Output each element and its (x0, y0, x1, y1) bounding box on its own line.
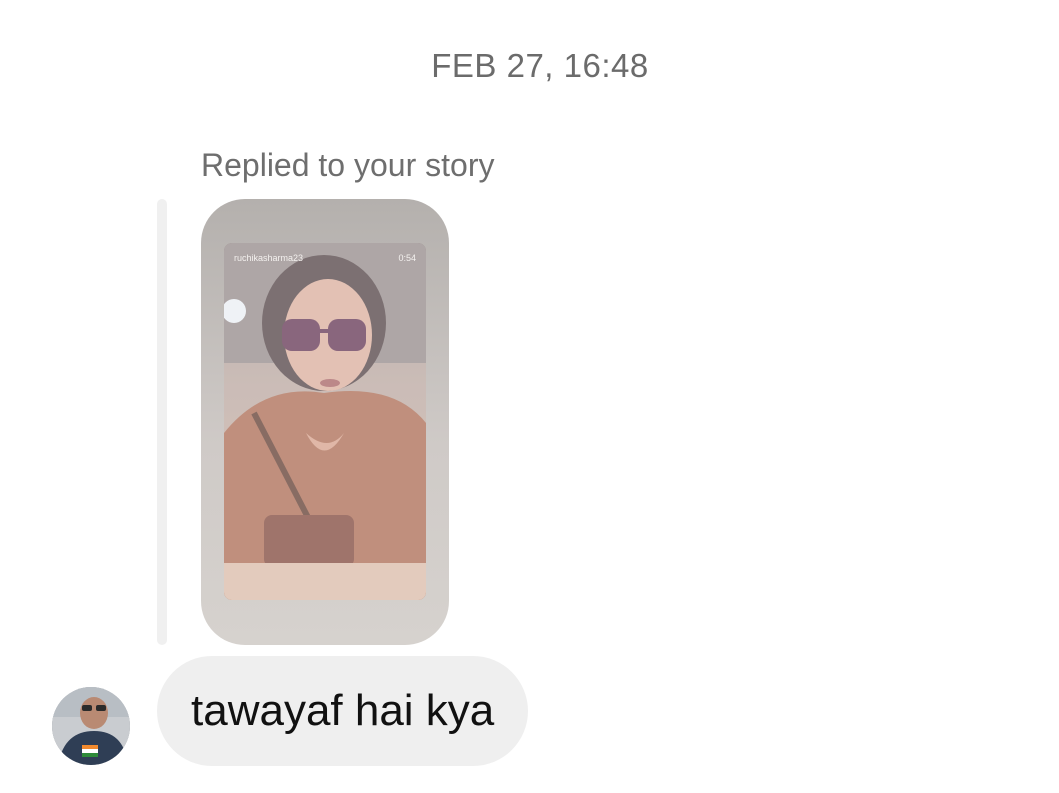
message-timestamp: FEB 27, 16:48 (431, 47, 649, 84)
story-thumbnail[interactable]: ruchikasharma23 0:54 (201, 199, 449, 645)
story-reply-label: Replied to your story (201, 147, 495, 183)
message-bubble[interactable]: tawayaf hai kya (157, 656, 529, 766)
story-overlay (224, 243, 426, 600)
story-username: ruchikasharma23 (234, 253, 304, 263)
sender-avatar[interactable] (52, 687, 130, 765)
dm-thread: FEB 27, 16:48 Replied to your story ruch… (0, 0, 1059, 793)
story-duration: 0:54 (398, 253, 416, 263)
reply-indicator-bar (157, 199, 167, 645)
flag-icon (82, 745, 98, 749)
story-preview-image[interactable]: ruchikasharma23 0:54 (224, 243, 426, 600)
avatar-image (52, 687, 130, 765)
message-text: tawayaf hai kya (191, 686, 495, 735)
